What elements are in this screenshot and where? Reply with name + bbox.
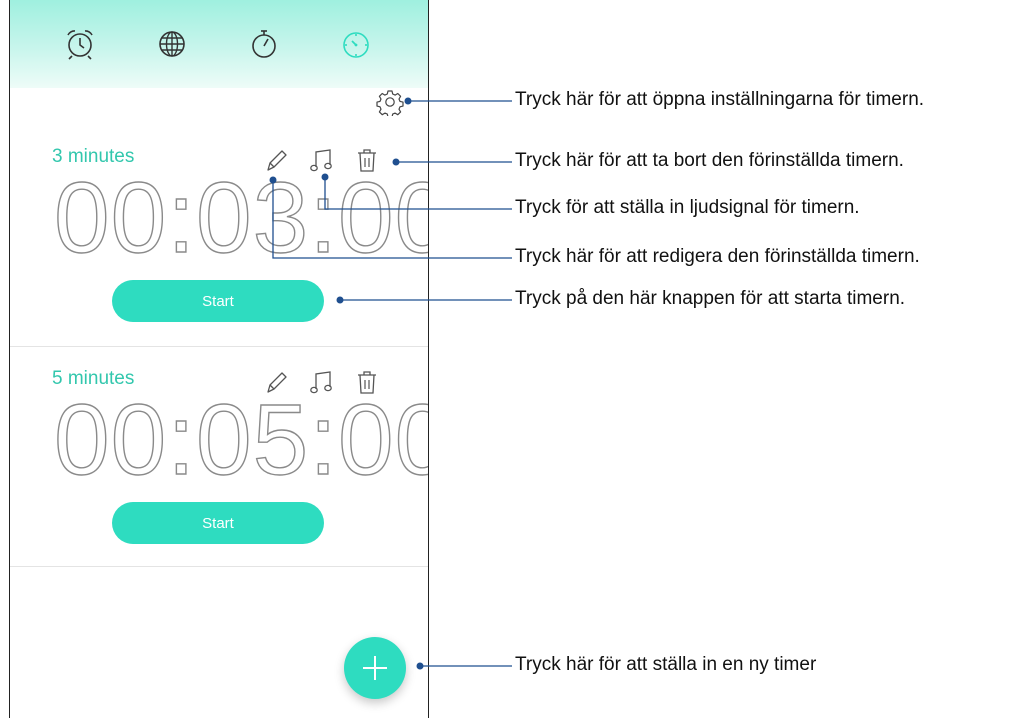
stopwatch-icon xyxy=(252,30,276,58)
start-button[interactable]: Start xyxy=(112,502,324,544)
start-button[interactable]: Start xyxy=(112,280,324,322)
callout-edit: Tryck här för att redigera den förinstäl… xyxy=(515,246,920,267)
divider xyxy=(10,566,428,567)
settings-button[interactable] xyxy=(376,88,404,116)
tab-alarm[interactable] xyxy=(62,26,98,62)
timer-card: 5 minutes 00:05:00 Start xyxy=(10,368,428,588)
timer-display: 00:03:00 xyxy=(53,162,429,274)
plus-icon xyxy=(363,656,387,680)
tab-stopwatch[interactable] xyxy=(246,26,282,62)
globe-icon xyxy=(159,31,185,57)
gear-icon xyxy=(376,90,404,116)
callout-settings: Tryck här för att öppna inställningarna … xyxy=(515,89,925,110)
tab-timer[interactable] xyxy=(338,26,374,62)
phone-screen: 3 minutes 00:03:00 Start 5 minutes 00:05… xyxy=(9,0,429,718)
tab-bar xyxy=(10,0,428,88)
timer-icon xyxy=(343,32,369,58)
callout-delete: Tryck här för att ta bort den förinställ… xyxy=(515,150,904,171)
callout-sound: Tryck för att ställa in ljudsignal för t… xyxy=(515,197,860,218)
add-timer-button[interactable] xyxy=(344,637,406,699)
timer-card: 3 minutes 00:03:00 Start xyxy=(10,146,428,366)
divider xyxy=(10,346,428,347)
timer-display: 00:05:00 xyxy=(53,384,429,496)
alarm-clock-icon xyxy=(67,30,93,60)
tab-world-clock[interactable] xyxy=(154,26,190,62)
callout-add: Tryck här för att ställa in en ny timer xyxy=(515,654,817,675)
callout-start: Tryck på den här knappen för att starta … xyxy=(515,288,906,309)
